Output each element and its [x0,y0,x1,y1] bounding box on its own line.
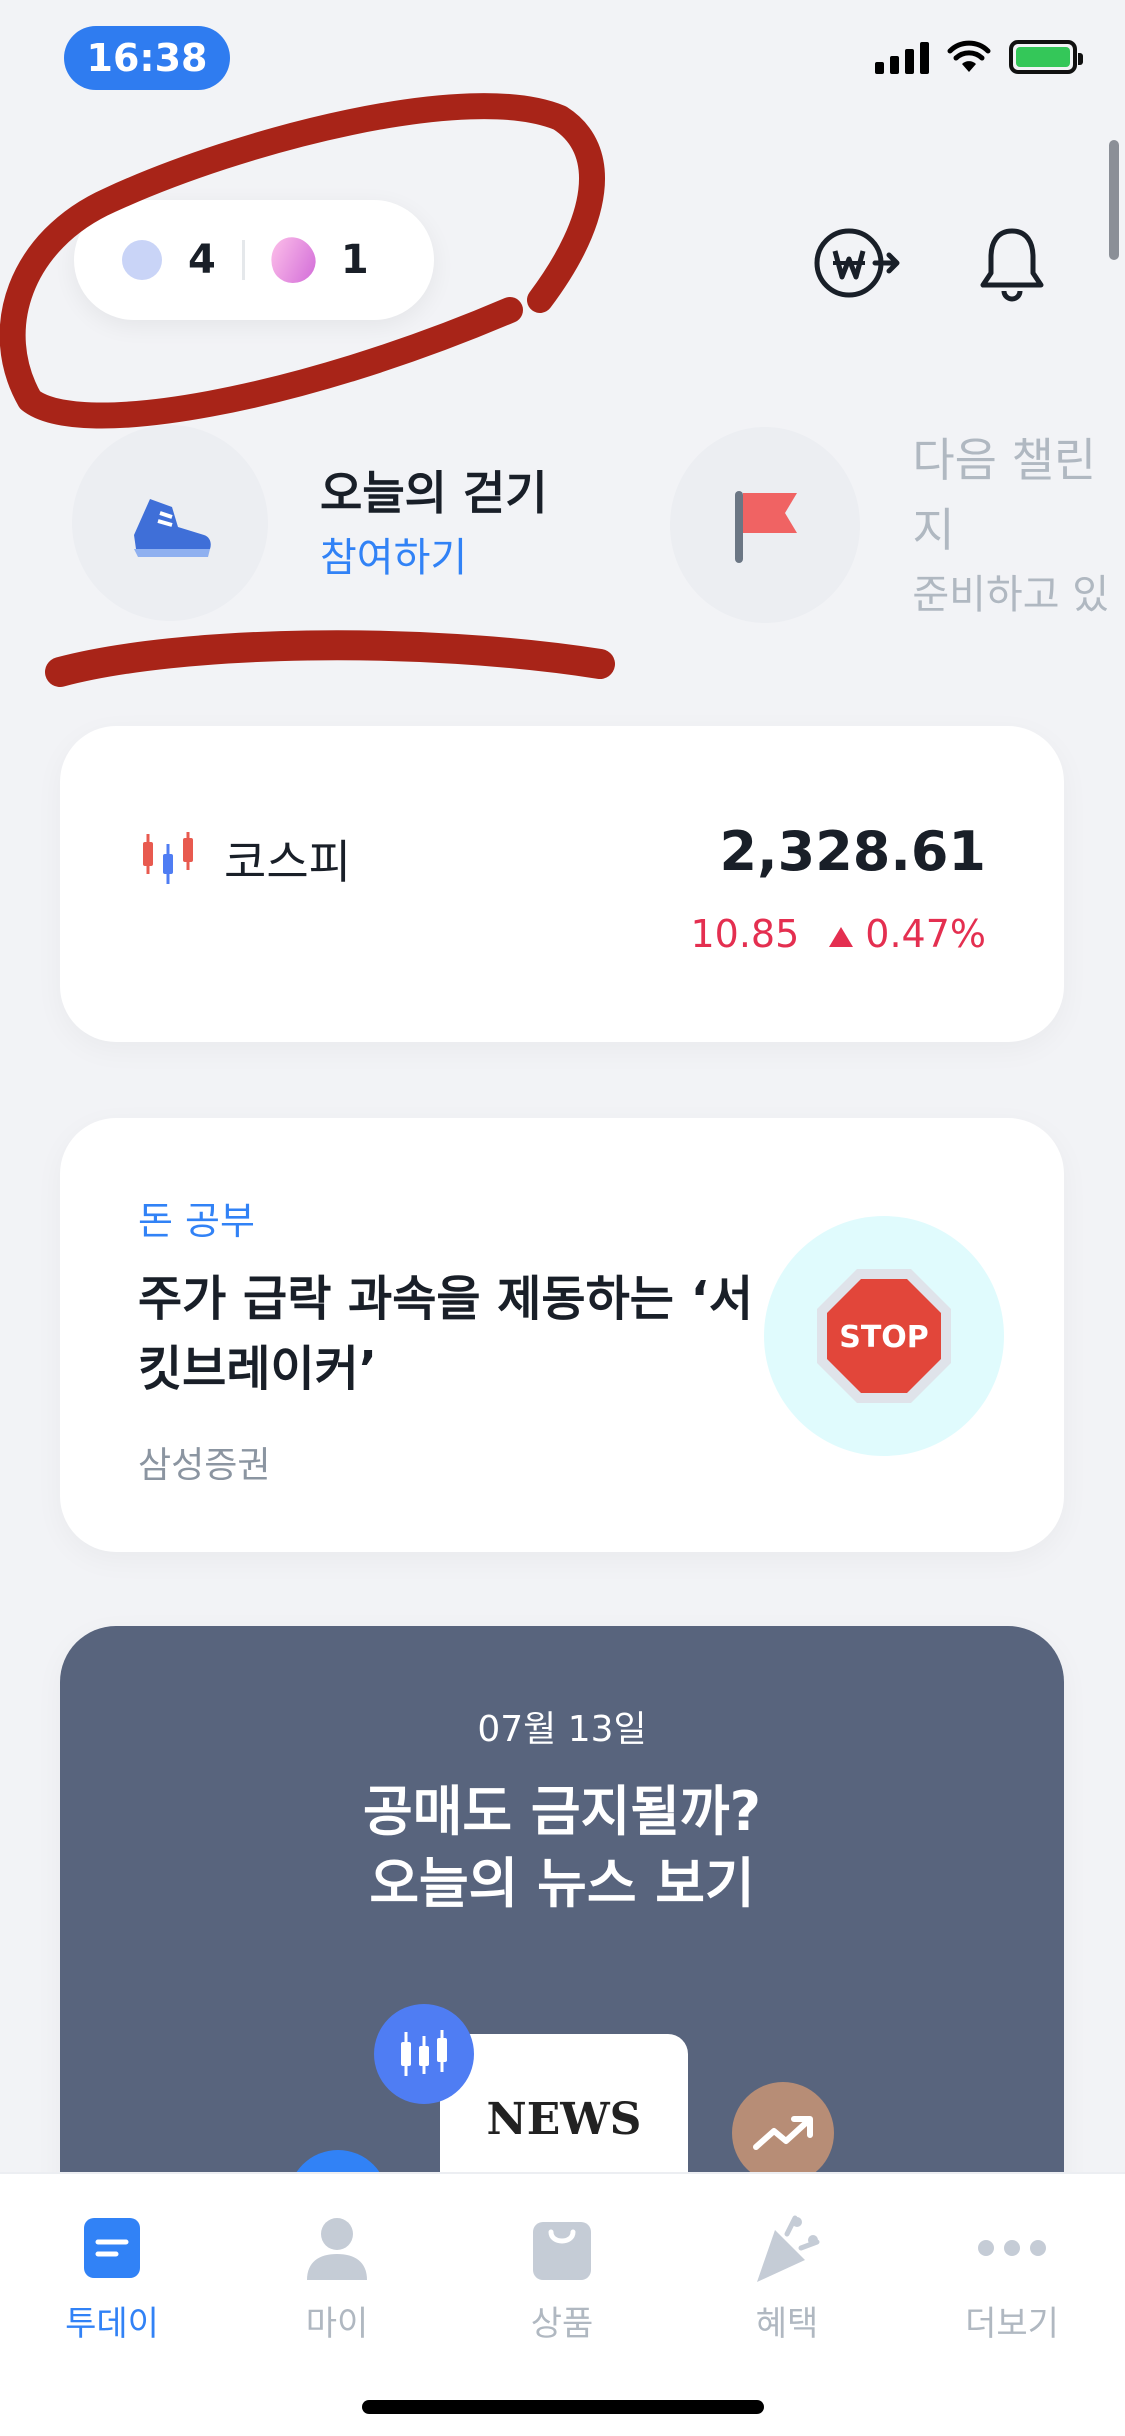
kospi-value: 2,328.61 [719,820,986,883]
tab-more-label: 더보기 [965,2304,1059,2344]
more-dots-icon [978,2240,1046,2256]
coin-icon [122,240,162,280]
tab-today[interactable]: 투데이 [12,2210,212,2345]
stop-sign-image: STOP [764,1216,1004,1456]
tab-products[interactable]: 상품 [462,2210,662,2345]
status-time: 16:38 [64,26,230,90]
bell-icon [980,228,1044,302]
shopping-bag-icon [533,2222,591,2280]
status-bar: 16:38 [0,0,1125,120]
challenge-walk[interactable]: 오늘의 걷기 참여하기 [72,425,548,621]
flag-icon [735,491,798,563]
news-title: 공매도 금지될까? 오늘의 뉴스 보기 [60,1776,1064,1920]
challenge-walk-icon-bg [72,425,268,621]
challenge-next-subtitle: 준비하고 있 [912,572,1110,618]
news-date: 07월 13일 [477,1709,647,1750]
gem-count: 1 [340,237,369,283]
status-icons [875,40,1083,74]
sneaker-icon [134,499,211,557]
today-icon [84,2218,140,2278]
gem-icon [264,230,322,290]
study-card[interactable]: 돈 공부 주가 급락 과속을 제동하는 ‘서킷브레이커’ 삼성증권 STOP [60,1118,1064,1552]
challenge-walk-title: 오늘의 걷기 [320,466,548,520]
candlestick-icon [143,832,193,884]
coin-count: 4 [188,237,216,283]
tab-my-label: 마이 [305,2304,369,2344]
tab-my[interactable]: 마이 [237,2210,437,2345]
wifi-icon [947,40,991,72]
challenge-next-title: 다음 챌린지 [912,433,1097,557]
tab-today-label: 투데이 [65,2304,159,2344]
news-title-line1: 공매도 금지될까? [363,1780,761,1843]
party-popper-icon [757,2215,820,2282]
top-actions [811,218,1057,308]
exchange-button[interactable] [811,218,901,308]
kospi-name: 코스피 [224,835,351,889]
won-exchange-icon [814,228,900,298]
stop-sign-icon: STOP [817,1269,951,1403]
tab-benefits[interactable]: 혜택 [687,2210,887,2345]
battery-icon [1009,40,1083,74]
news-title-line2: 오늘의 뉴스 보기 [369,1852,755,1915]
kospi-card[interactable]: 코스피 2,328.61 10.85 0.47% [60,726,1064,1042]
challenge-walk-action[interactable]: 참여하기 [320,528,548,588]
kospi-change-amount: 10.85 [690,912,800,956]
tab-bar: 투데이 마이 상품 혜택 더보기 [0,2172,1125,2436]
points-pill[interactable]: 4 1 [74,200,434,320]
kospi-change: 10.85 0.47% [690,912,986,956]
tab-more[interactable]: 더보기 [912,2210,1112,2345]
study-title: 주가 급락 과속을 제동하는 ‘서킷브레이커’ [138,1271,753,1397]
challenge-row: 오늘의 걷기 참여하기 다음 챌린지 준비하고 있 [72,425,1125,625]
divider [241,240,245,280]
study-source: 삼성증권 [138,1445,271,1486]
notification-button[interactable] [967,218,1057,308]
kospi-change-percent-wrap: 0.47% [829,912,986,956]
kospi-change-percent: 0.47% [865,912,986,956]
newspaper-text: NEWS [486,2094,642,2145]
tab-products-label: 상품 [530,2304,594,2344]
scroll-indicator[interactable] [1109,140,1119,260]
tab-benefits-label: 혜택 [755,2304,819,2344]
stop-sign-text: STOP [839,1320,929,1355]
challenge-next[interactable]: 다음 챌린지 준비하고 있 [670,425,1125,625]
home-indicator[interactable] [362,2400,764,2414]
trend-up-badge-icon [732,2082,834,2184]
cellular-signal-icon [875,40,929,74]
study-label: 돈 공부 [138,1199,255,1243]
chart-badge-icon [374,2004,474,2104]
challenge-next-icon-bg [670,427,861,623]
person-icon [307,2218,367,2280]
up-triangle-icon [829,927,854,947]
